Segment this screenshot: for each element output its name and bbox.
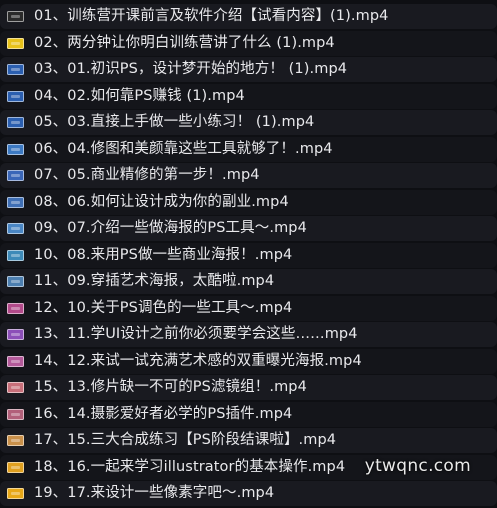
file-list: 01、训练营开课前言及软件介绍【试看内容】(1).mp4 02、两分钟让你明白训练… [0, 4, 497, 508]
file-row[interactable]: 16、14.摄影爱好者必学的PS插件.mp4 [0, 401, 497, 427]
video-thumbnail-icon [7, 37, 24, 49]
file-row[interactable]: 09、07.介绍一些做海报的PS工具～.mp4 [0, 216, 497, 241]
file-row[interactable]: 04、02.如何靠PS赚钱 (1).mp4 [0, 83, 497, 109]
file-row[interactable]: 07、05.商业精修的第一步！.mp4 [0, 163, 497, 188]
file-name: 13、11.学UI设计之前你必须要学会这些……mp4 [34, 326, 358, 342]
video-thumbnail-icon [7, 11, 24, 22]
video-thumbnail-icon [7, 461, 24, 473]
file-name: 11、09.穿插艺术海报，太酷啦.mp4 [34, 273, 275, 289]
file-row[interactable]: 02、两分钟让你明白训练营讲了什么 (1).mp4 [0, 30, 497, 56]
file-row[interactable]: 19、17.来设计一些像素字吧～.mp4 [0, 481, 497, 506]
file-name: 17、15.三大合成练习【PS阶段结课啦】.mp4 [34, 432, 337, 448]
watermark: ytwqnc.com [364, 456, 471, 476]
file-row[interactable]: 06、04.修图和美颜靠这些工具就够了！.mp4 [0, 136, 497, 162]
video-thumbnail-icon [7, 249, 24, 261]
file-row[interactable]: 05、03.直接上手做一些小练习！ (1).mp4 [0, 110, 497, 135]
video-thumbnail-icon [7, 90, 24, 102]
video-thumbnail-icon [7, 276, 24, 287]
file-row[interactable]: 14、12.来试一试充满艺术感的双重曝光海报.mp4 [0, 348, 497, 374]
file-row[interactable]: 17、15.三大合成练习【PS阶段结课啦】.mp4 [0, 428, 497, 453]
file-row[interactable]: 01、训练营开课前言及软件介绍【试看内容】(1).mp4 [0, 4, 497, 29]
file-name: 08、06.如何让设计成为你的副业.mp4 [34, 193, 289, 210]
video-thumbnail-icon [7, 223, 24, 234]
file-name: 19、17.来设计一些像素字吧～.mp4 [34, 485, 275, 501]
video-thumbnail-icon [7, 170, 24, 181]
file-row[interactable]: 10、08.来用PS做一些商业海报！.mp4 [0, 242, 497, 268]
file-name: 09、07.介绍一些做海报的PS工具～.mp4 [34, 220, 307, 236]
video-thumbnail-icon [7, 382, 24, 393]
file-name: 10、08.来用PS做一些商业海报！.mp4 [34, 246, 293, 263]
file-row[interactable]: 15、13.修片缺一不可的PS滤镜组！.mp4 [0, 375, 497, 400]
video-thumbnail-icon [7, 355, 24, 367]
file-row[interactable]: 11、09.穿插艺术海报，太酷啦.mp4 [0, 269, 497, 294]
video-thumbnail-icon [7, 196, 24, 208]
file-name: 04、02.如何靠PS赚钱 (1).mp4 [34, 87, 245, 104]
video-thumbnail-icon [7, 117, 24, 128]
file-row[interactable]: 13、11.学UI设计之前你必须要学会这些……mp4 [0, 322, 497, 347]
file-name: 18、16.一起来学习illustrator的基本操作.mp4 [34, 458, 346, 475]
file-row[interactable]: 12、10.关于PS调色的一些工具～.mp4 [0, 295, 497, 321]
file-row[interactable]: 08、06.如何让设计成为你的副业.mp4 [0, 189, 497, 215]
video-thumbnail-icon [7, 329, 24, 340]
file-name: 15、13.修片缺一不可的PS滤镜组！.mp4 [34, 379, 307, 395]
video-thumbnail-icon [7, 488, 24, 499]
file-name: 06、04.修图和美颜靠这些工具就够了！.mp4 [34, 140, 333, 157]
file-name: 16、14.摄影爱好者必学的PS插件.mp4 [34, 405, 293, 422]
video-thumbnail-icon [7, 435, 24, 446]
file-name: 14、12.来试一试充满艺术感的双重曝光海报.mp4 [34, 352, 362, 369]
file-name: 12、10.关于PS调色的一些工具～.mp4 [34, 299, 293, 316]
file-name: 05、03.直接上手做一些小练习！ (1).mp4 [34, 114, 315, 130]
file-name: 07、05.商业精修的第一步！.mp4 [34, 167, 260, 183]
file-name: 02、两分钟让你明白训练营讲了什么 (1).mp4 [34, 34, 335, 51]
video-thumbnail-icon [7, 64, 24, 75]
file-name: 01、训练营开课前言及软件介绍【试看内容】(1).mp4 [34, 8, 389, 24]
video-thumbnail-icon [7, 302, 24, 314]
file-name: 03、01.初识PS，设计梦开始的地方！ (1).mp4 [34, 61, 348, 77]
video-thumbnail-icon [7, 143, 24, 155]
video-thumbnail-icon [7, 408, 24, 420]
file-row[interactable]: 03、01.初识PS，设计梦开始的地方！ (1).mp4 [0, 57, 497, 82]
